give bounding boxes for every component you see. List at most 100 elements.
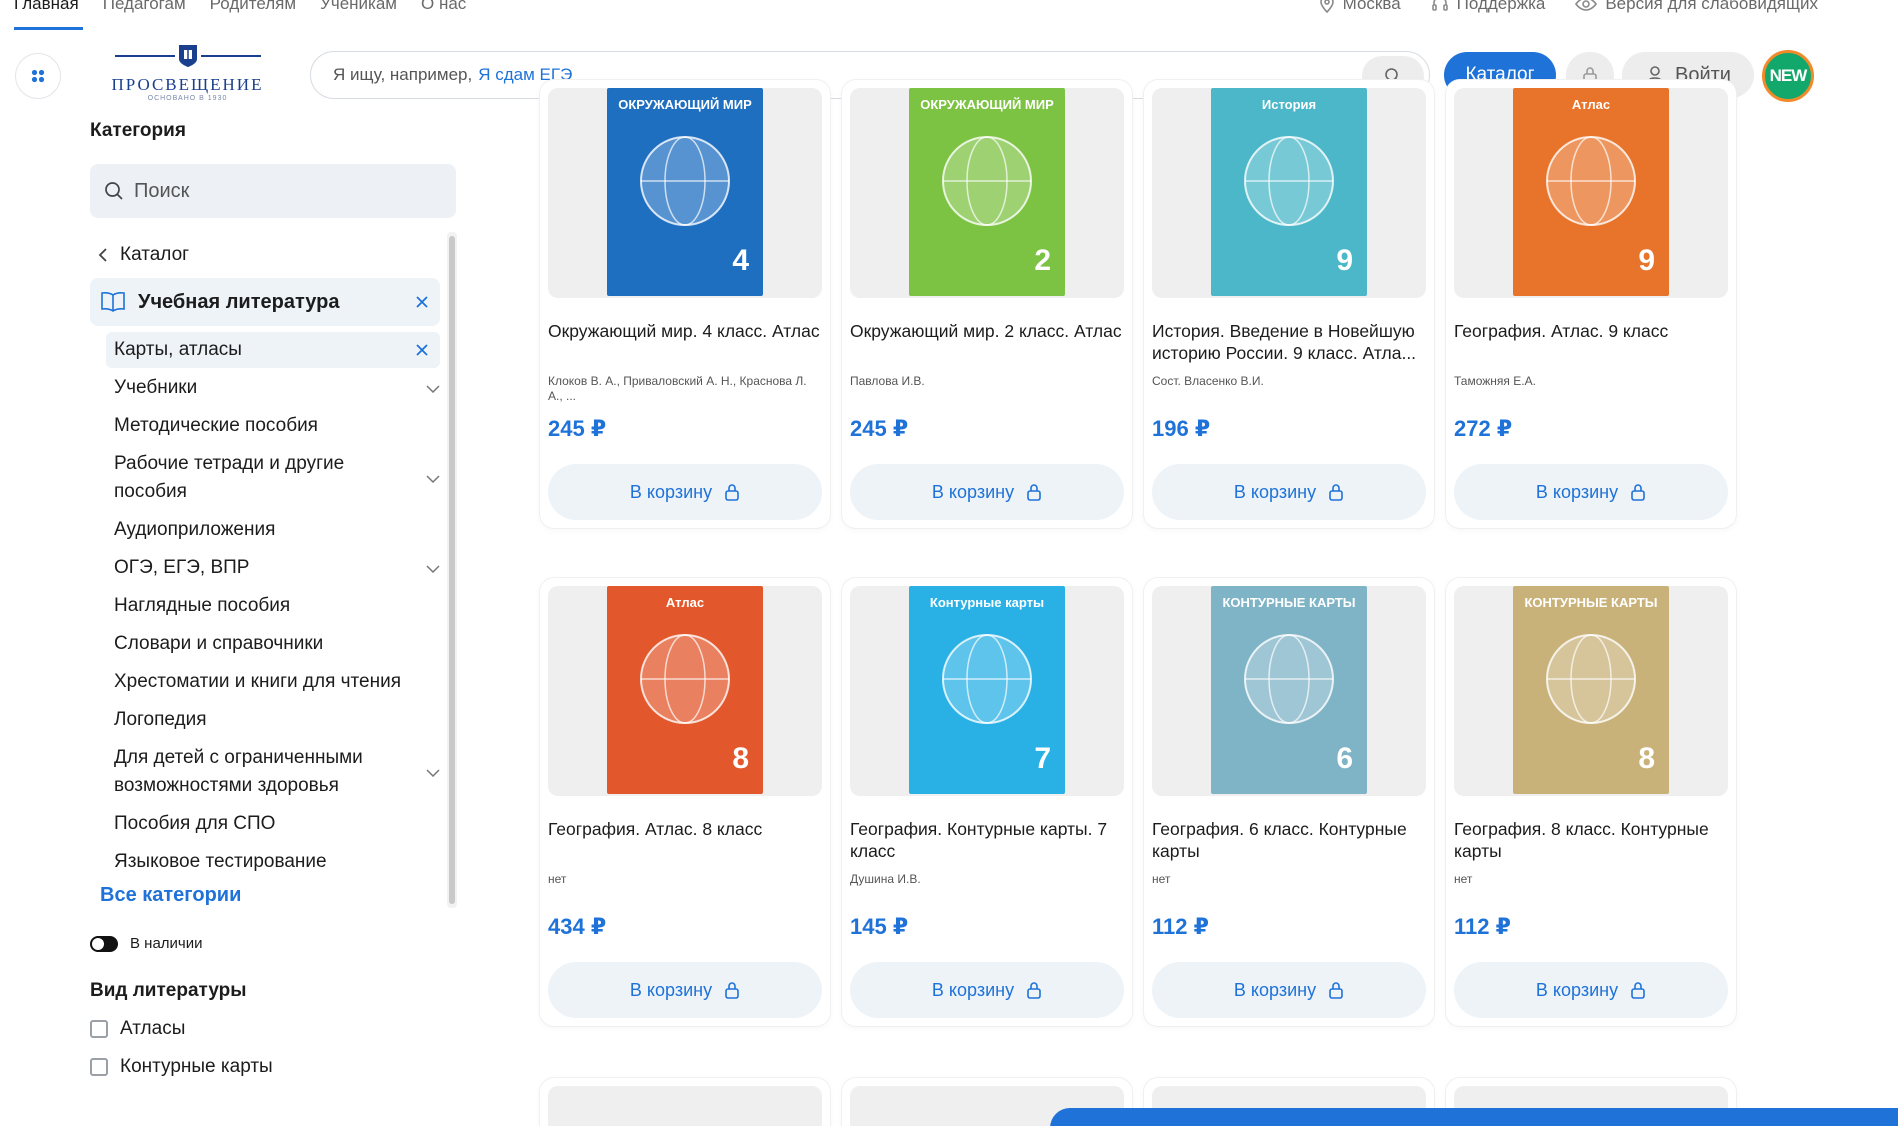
checkbox[interactable] xyxy=(90,1020,108,1038)
product-title[interactable]: География. 8 класс. Контурные карты xyxy=(1454,818,1729,862)
bottom-banner[interactable] xyxy=(1050,1108,1898,1126)
product-title[interactable]: Окружающий мир. 4 класс. Атлас xyxy=(548,320,823,342)
category-item[interactable]: Словари и справочники xyxy=(114,626,440,664)
add-to-cart-button[interactable]: В корзину xyxy=(1152,464,1426,520)
cover-grade: 8 xyxy=(732,742,749,775)
literature-type-option[interactable]: Атласы xyxy=(90,1018,470,1040)
product-card[interactable]: История 9 История. Введение в Новейшую ист… xyxy=(1144,80,1434,528)
product-image[interactable] xyxy=(548,1086,822,1126)
category-item[interactable]: ОГЭ, ЕГЭ, ВПР xyxy=(114,550,440,588)
product-title[interactable]: География. Контурные карты. 7 класс xyxy=(850,818,1125,862)
category-item[interactable]: Для детей с ограниченными возможностями … xyxy=(114,740,440,806)
product-image[interactable]: ОКРУЖАЮЩИЙ МИР 4 xyxy=(548,88,822,298)
globe-icon xyxy=(640,634,730,724)
category-item[interactable]: Методические пособия xyxy=(114,408,440,446)
category-item[interactable]: Наглядные пособия xyxy=(114,588,440,626)
cover-title: КОНТУРНЫЕ КАРТЫ xyxy=(1222,595,1356,610)
category-item[interactable]: Рабочие тетради и другие пособия xyxy=(114,446,440,512)
product-image[interactable]: КОНТУРНЫЕ КАРТЫ 8 xyxy=(1454,586,1728,796)
category-item[interactable]: Языковое тестирование xyxy=(114,844,440,882)
product-title[interactable]: География. 6 класс. Контурные карты xyxy=(1152,818,1427,862)
add-to-cart-button[interactable]: В корзину xyxy=(850,962,1124,1018)
book-cover: Атлас 8 xyxy=(607,586,763,794)
search-icon xyxy=(105,182,123,200)
logo-subtext: ОСНОВАНО В 1930 xyxy=(147,95,228,102)
checkbox[interactable] xyxy=(90,1058,108,1076)
nav-link-students[interactable]: Ученикам xyxy=(320,0,397,14)
literature-type-option[interactable]: Контурные карты xyxy=(90,1056,470,1078)
product-card[interactable] xyxy=(540,1078,830,1126)
support-link[interactable]: Поддержка xyxy=(1431,0,1545,14)
nav-link-home[interactable]: Главная xyxy=(14,0,79,14)
book-cover: ОКРУЖАЮЩИЙ МИР 2 xyxy=(909,88,1065,296)
category-maps-atlases[interactable]: Карты, атласы xyxy=(106,332,440,368)
add-to-cart-button[interactable]: В корзину xyxy=(850,464,1124,520)
product-title[interactable]: Окружающий мир. 2 класс. Атлас xyxy=(850,320,1125,342)
product-card[interactable]: Контурные карты 7 География. Контурные кар… xyxy=(842,578,1132,1026)
category-scrollbar[interactable] xyxy=(447,232,457,908)
add-to-cart-button[interactable]: В корзину xyxy=(1454,464,1728,520)
product-image[interactable]: Атлас 9 xyxy=(1454,88,1728,298)
headset-icon xyxy=(1431,0,1448,11)
category-item[interactable]: Аудиоприложения xyxy=(114,512,440,550)
lock-icon xyxy=(1631,484,1645,501)
add-to-cart-label: В корзину xyxy=(1233,481,1317,502)
city-selector[interactable]: Москва xyxy=(1319,0,1401,14)
eye-icon xyxy=(1575,0,1598,11)
category-item[interactable]: Учебники xyxy=(114,370,440,408)
product-price: 112 ₽ xyxy=(1152,914,1209,939)
globe-icon xyxy=(942,136,1032,226)
product-title[interactable]: География. Атлас. 8 класс xyxy=(548,818,823,840)
chevron-down-icon[interactable] xyxy=(426,769,440,777)
add-to-cart-button[interactable]: В корзину xyxy=(548,962,822,1018)
book-cover: Контурные карты 7 xyxy=(909,586,1065,794)
category-item[interactable]: Логопедия xyxy=(114,702,440,740)
accessibility-link[interactable]: Версия для слабовидящих xyxy=(1575,0,1818,14)
close-icon[interactable] xyxy=(414,294,430,310)
product-title[interactable]: История. Введение в Новейшую историю Рос… xyxy=(1152,320,1427,364)
category-heading: Категория xyxy=(90,120,186,141)
close-icon[interactable] xyxy=(414,342,430,358)
all-categories-link[interactable]: Все категории xyxy=(100,884,470,907)
cover-title: История xyxy=(1261,97,1317,112)
add-to-cart-button[interactable]: В корзину xyxy=(548,464,822,520)
catalog-back-link[interactable]: Каталог xyxy=(90,244,470,266)
logo[interactable]: ПРОСВЕЩЕНИЕ ОСНОВАНО В 1930 xyxy=(110,42,265,104)
nav-link-teachers[interactable]: Педагогам xyxy=(103,0,186,14)
product-card[interactable]: ОКРУЖАЮЩИЙ МИР 4 Окружающий мир. 4 класс. … xyxy=(540,80,830,528)
search-placeholder: Я ищу, например, xyxy=(333,65,473,84)
product-author: Душина И.В. xyxy=(850,872,921,886)
product-card[interactable]: КОНТУРНЫЕ КАРТЫ 8 География. 8 класс. Конт… xyxy=(1446,578,1736,1026)
category-educational-literature[interactable]: Учебная литература xyxy=(90,278,440,326)
product-card[interactable]: Атлас 9 География. Атлас. 9 класс Таможняя … xyxy=(1446,80,1736,528)
chevron-down-icon[interactable] xyxy=(426,565,440,573)
category-item[interactable]: Хрестоматии и книги для чтения xyxy=(114,664,440,702)
product-image[interactable]: Контурные карты 7 xyxy=(850,586,1124,796)
product-card[interactable]: КОНТУРНЫЕ КАРТЫ 6 География. 6 класс. Конт… xyxy=(1144,578,1434,1026)
product-title[interactable]: География. Атлас. 9 класс xyxy=(1454,320,1729,342)
product-card[interactable]: ОКРУЖАЮЩИЙ МИР 2 Окружающий мир. 2 класс. … xyxy=(842,80,1132,528)
category-item-label: Методические пособия xyxy=(114,415,318,436)
add-to-cart-button[interactable]: В корзину xyxy=(1454,962,1728,1018)
category-search-input[interactable]: Поиск xyxy=(90,164,456,218)
new-badge[interactable]: NEW xyxy=(1762,50,1814,102)
book-cover: ОКРУЖАЮЩИЙ МИР 4 xyxy=(607,88,763,296)
chevron-down-icon[interactable] xyxy=(426,385,440,393)
nav-link-parents[interactable]: Родителям xyxy=(210,0,296,14)
apps-menu-button[interactable] xyxy=(15,53,61,99)
chevron-down-icon[interactable] xyxy=(426,475,440,483)
product-image[interactable]: Атлас 8 xyxy=(548,586,822,796)
product-price: 196 ₽ xyxy=(1152,416,1211,441)
in-stock-toggle[interactable] xyxy=(90,935,118,952)
product-image[interactable]: КОНТУРНЫЕ КАРТЫ 6 xyxy=(1152,586,1426,796)
product-image[interactable]: ОКРУЖАЮЩИЙ МИР 2 xyxy=(850,88,1124,298)
in-stock-filter[interactable]: В наличии xyxy=(90,935,470,952)
product-image[interactable]: История 9 xyxy=(1152,88,1426,298)
product-card[interactable]: Атлас 8 География. Атлас. 8 класс нет 434 ₽ В… xyxy=(540,578,830,1026)
add-to-cart-button[interactable]: В корзину xyxy=(1152,962,1426,1018)
scrollbar-thumb[interactable] xyxy=(449,236,455,904)
category-sub-label: Карты, атласы xyxy=(114,339,242,360)
nav-link-about[interactable]: О нас xyxy=(421,0,466,14)
cover-title: КОНТУРНЫЕ КАРТЫ xyxy=(1524,595,1658,610)
category-item[interactable]: Пособия для СПО xyxy=(114,806,440,844)
